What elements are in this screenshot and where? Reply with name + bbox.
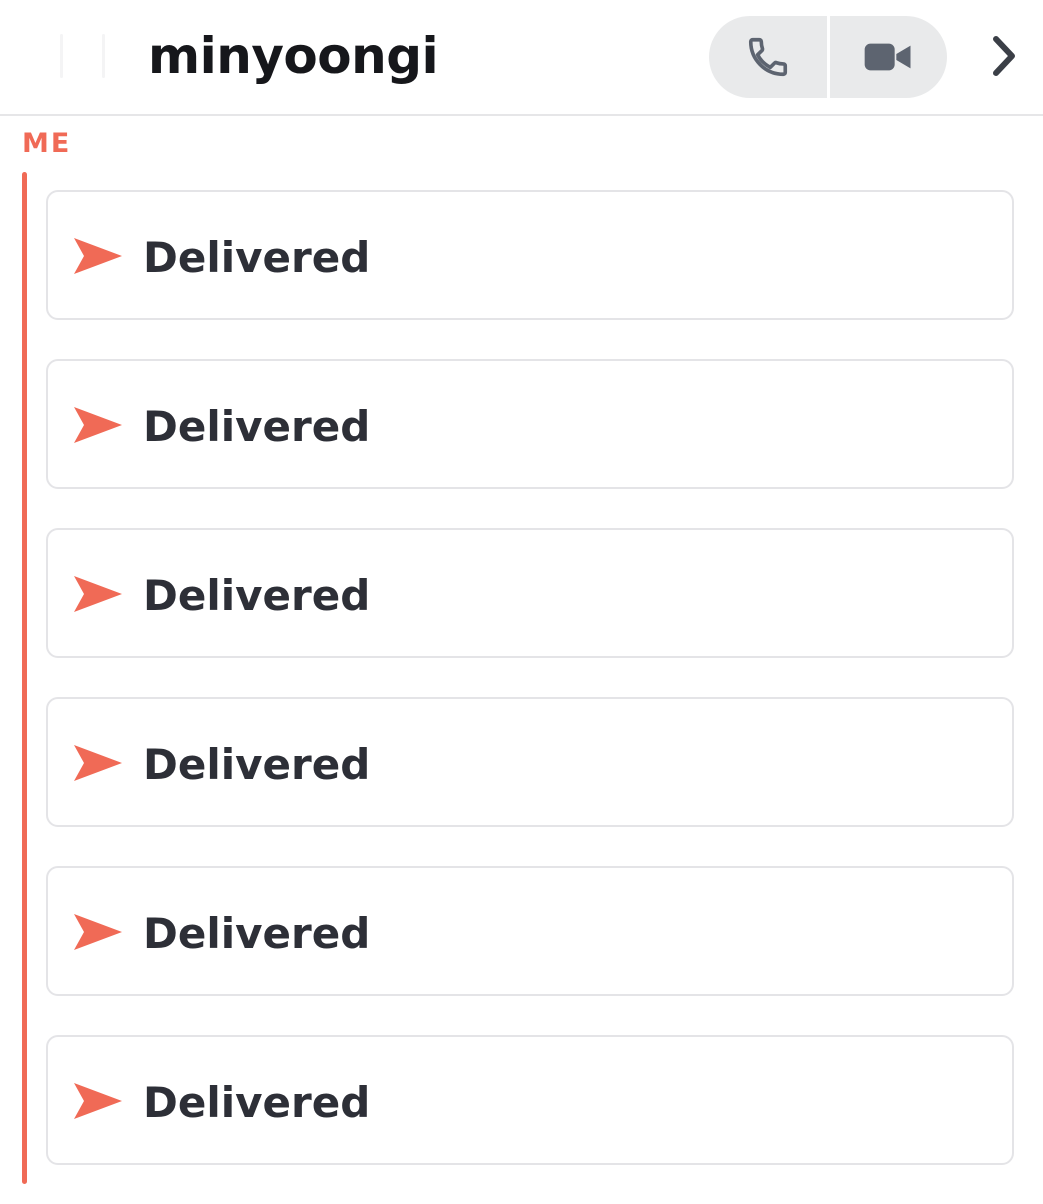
phone-icon <box>748 37 787 77</box>
thread-accent-bar <box>22 172 27 1184</box>
message-card[interactable]: Delivered <box>46 1035 1014 1165</box>
chat-details-button[interactable] <box>980 30 1028 82</box>
message-list: Delivered Delivered Delivered Delivered … <box>46 190 1014 1204</box>
sender-label: ME <box>22 128 72 159</box>
message-card[interactable]: Delivered <box>46 697 1014 827</box>
sent-arrow-icon <box>74 238 122 274</box>
voice-call-button[interactable] <box>709 16 827 98</box>
delivery-status: Delivered <box>143 233 371 282</box>
chat-header: minyoongi <box>0 0 1043 116</box>
delivery-status: Delivered <box>143 402 371 451</box>
delivery-status: Delivered <box>143 909 371 958</box>
sent-arrow-icon <box>74 407 122 443</box>
sent-arrow-icon <box>74 576 122 612</box>
sent-arrow-icon <box>74 914 122 950</box>
message-card[interactable]: Delivered <box>46 190 1014 320</box>
message-card[interactable]: Delivered <box>46 866 1014 996</box>
sent-arrow-icon <box>74 745 122 781</box>
message-card[interactable]: Delivered <box>46 359 1014 489</box>
video-call-button[interactable] <box>830 16 948 98</box>
sent-arrow-icon <box>74 1083 122 1119</box>
delivery-status: Delivered <box>143 1078 371 1127</box>
call-button-group <box>709 16 947 98</box>
delivery-status: Delivered <box>143 571 371 620</box>
video-camera-icon <box>864 43 911 71</box>
chat-title[interactable]: minyoongi <box>148 24 439 88</box>
chevron-right-icon <box>993 36 1015 76</box>
message-card[interactable]: Delivered <box>46 528 1014 658</box>
delivery-status: Delivered <box>143 740 371 789</box>
back-button[interactable] <box>48 28 118 84</box>
